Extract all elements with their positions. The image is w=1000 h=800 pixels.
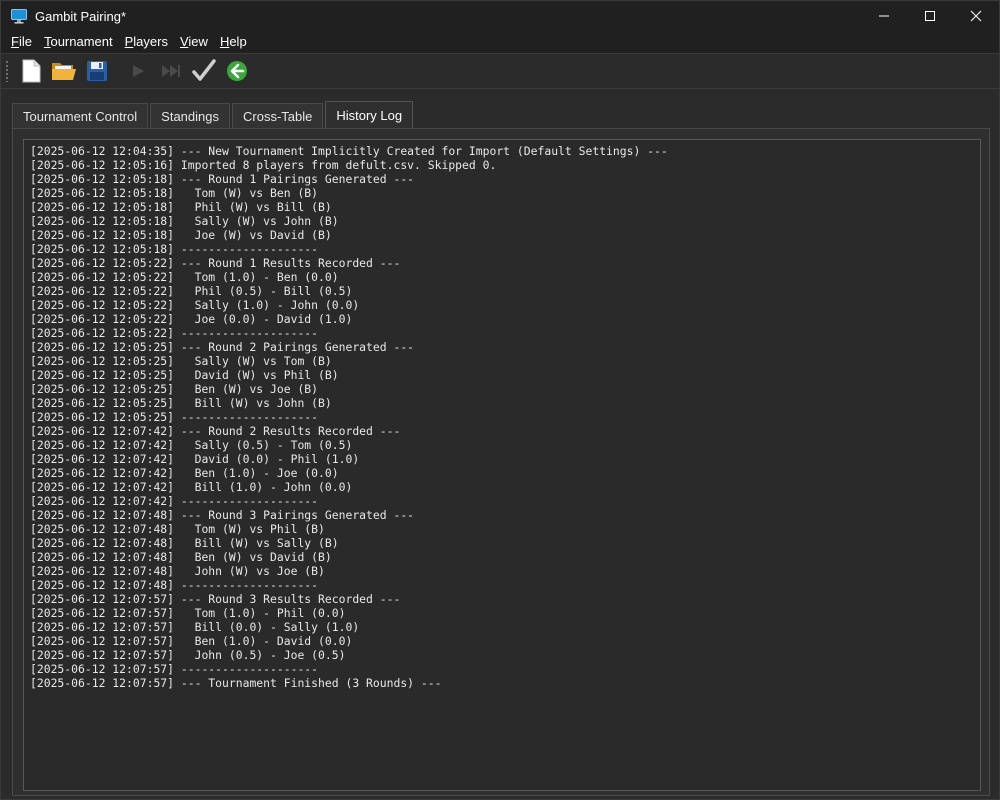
close-button[interactable] xyxy=(953,1,999,31)
log-line: [2025-06-12 12:05:22] Tom (1.0) - Ben (0… xyxy=(30,270,339,284)
tab-bar: Tournament Control Standings Cross-Table… xyxy=(12,101,415,128)
log-line: [2025-06-12 12:07:42] --- Round 2 Result… xyxy=(30,424,401,438)
log-line: [2025-06-12 12:07:48] Bill (W) vs Sally … xyxy=(30,536,339,550)
menu-players[interactable]: Players xyxy=(119,31,174,53)
log-line: [2025-06-12 12:07:57] Ben (1.0) - David … xyxy=(30,634,353,648)
log-line: [2025-06-12 12:05:22] Sally (1.0) - John… xyxy=(30,298,360,312)
window-controls xyxy=(861,1,999,31)
menu-view[interactable]: View xyxy=(174,31,214,53)
menu-view-label: iew xyxy=(188,34,208,49)
log-line: [2025-06-12 12:07:48] Ben (W) vs David (… xyxy=(30,550,332,564)
log-line: [2025-06-12 12:07:42] ------------------… xyxy=(30,494,319,508)
log-line: [2025-06-12 12:05:18] Phil (W) vs Bill (… xyxy=(30,200,332,214)
play-icon xyxy=(133,65,144,77)
log-line: [2025-06-12 12:05:22] Phil (0.5) - Bill … xyxy=(30,284,353,298)
monitor-icon xyxy=(11,9,27,24)
new-tournament-button[interactable] xyxy=(15,56,47,86)
menu-help[interactable]: Help xyxy=(214,31,253,53)
log-line: [2025-06-12 12:05:18] --- Round 1 Pairin… xyxy=(30,172,415,186)
checkmark-icon xyxy=(192,59,216,81)
log-line: [2025-06-12 12:05:25] Bill (W) vs John (… xyxy=(30,396,332,410)
log-line: [2025-06-12 12:07:42] David (0.0) - Phil… xyxy=(30,452,360,466)
app-window: Gambit Pairing* File Tournament Players … xyxy=(0,0,1000,800)
minimize-button[interactable] xyxy=(861,1,907,31)
tab-history-log[interactable]: History Log xyxy=(325,101,414,128)
log-line: [2025-06-12 12:05:25] ------------------… xyxy=(30,410,319,424)
log-line: [2025-06-12 12:05:18] Sally (W) vs John … xyxy=(30,214,339,228)
log-line: [2025-06-12 12:05:25] David (W) vs Phil … xyxy=(30,368,339,382)
log-line: [2025-06-12 12:07:48] Tom (W) vs Phil (B… xyxy=(30,522,325,536)
tab-tournament-control[interactable]: Tournament Control xyxy=(12,103,149,128)
menu-tournament-label: ournament xyxy=(50,34,113,49)
history-log-textarea[interactable]: [2025-06-12 12:04:35] --- New Tournament… xyxy=(23,139,981,791)
log-line: [2025-06-12 12:05:25] --- Round 2 Pairin… xyxy=(30,340,415,354)
log-line: [2025-06-12 12:07:48] --- Round 3 Pairin… xyxy=(30,508,415,522)
log-line: [2025-06-12 12:07:57] John (0.5) - Joe (… xyxy=(30,648,346,662)
log-line: [2025-06-12 12:07:57] ------------------… xyxy=(30,662,319,676)
log-line: [2025-06-12 12:05:18] Joe (W) vs David (… xyxy=(30,228,332,242)
log-line: [2025-06-12 12:07:57] --- Tournament Fin… xyxy=(30,676,442,690)
menu-file-label: ile xyxy=(18,34,32,49)
log-line: [2025-06-12 12:05:18] Tom (W) vs Ben (B) xyxy=(30,186,319,200)
fast-forward-icon xyxy=(162,65,180,77)
log-line: [2025-06-12 12:05:25] Sally (W) vs Tom (… xyxy=(30,354,332,368)
tab-cross-table[interactable]: Cross-Table xyxy=(232,103,324,128)
log-line: [2025-06-12 12:04:35] --- New Tournament… xyxy=(30,144,668,158)
log-line: [2025-06-12 12:05:18] ------------------… xyxy=(30,242,319,256)
record-results-button[interactable] xyxy=(188,56,220,86)
back-arrow-icon xyxy=(227,61,247,81)
menu-bar: File Tournament Players View Help xyxy=(1,31,999,54)
history-log-panel: [2025-06-12 12:04:35] --- New Tournament… xyxy=(12,128,990,796)
maximize-button[interactable] xyxy=(907,1,953,31)
log-line: [2025-06-12 12:07:42] Bill (1.0) - John … xyxy=(30,480,353,494)
maximize-icon xyxy=(925,11,935,21)
log-line: [2025-06-12 12:05:22] --- Round 1 Result… xyxy=(30,256,401,270)
new-document-icon xyxy=(22,59,41,83)
start-round-button[interactable] xyxy=(122,56,154,86)
next-round-button[interactable] xyxy=(155,56,187,86)
toolbar xyxy=(1,54,999,89)
save-button[interactable] xyxy=(81,56,113,86)
open-folder-icon xyxy=(52,63,76,80)
menu-file[interactable]: File xyxy=(5,31,38,53)
log-line: [2025-06-12 12:05:22] Joe (0.0) - David … xyxy=(30,312,353,326)
window-title: Gambit Pairing* xyxy=(35,8,127,24)
log-line: [2025-06-12 12:07:57] Tom (1.0) - Phil (… xyxy=(30,606,346,620)
menu-file-mnemonic: F xyxy=(11,34,19,49)
log-line: [2025-06-12 12:07:48] ------------------… xyxy=(30,578,319,592)
log-line: [2025-06-12 12:07:42] Ben (1.0) - Joe (0… xyxy=(30,466,339,480)
tab-standings[interactable]: Standings xyxy=(150,103,230,128)
log-line: [2025-06-12 12:05:16] Imported 8 players… xyxy=(30,158,497,172)
log-line: [2025-06-12 12:05:22] ------------------… xyxy=(30,326,319,340)
undo-button[interactable] xyxy=(221,56,253,86)
menu-players-label: layers xyxy=(133,34,168,49)
menu-players-mnemonic: P xyxy=(124,34,134,49)
menu-tournament[interactable]: Tournament xyxy=(38,31,119,53)
minimize-icon xyxy=(879,15,889,17)
log-line: [2025-06-12 12:07:57] --- Round 3 Result… xyxy=(30,592,401,606)
menu-help-label: elp xyxy=(229,34,247,49)
save-icon xyxy=(87,61,107,81)
log-line: [2025-06-12 12:07:42] Sally (0.5) - Tom … xyxy=(30,438,353,452)
log-line: [2025-06-12 12:05:25] Ben (W) vs Joe (B) xyxy=(30,382,319,396)
title-bar[interactable]: Gambit Pairing* xyxy=(1,1,999,31)
log-line: [2025-06-12 12:07:57] Bill (0.0) - Sally… xyxy=(30,620,360,634)
close-icon xyxy=(970,10,982,22)
log-line: [2025-06-12 12:07:48] John (W) vs Joe (B… xyxy=(30,564,325,578)
toolbar-grip-handle[interactable] xyxy=(5,60,9,82)
menu-help-mnemonic: H xyxy=(219,34,230,49)
open-button[interactable] xyxy=(48,56,80,86)
